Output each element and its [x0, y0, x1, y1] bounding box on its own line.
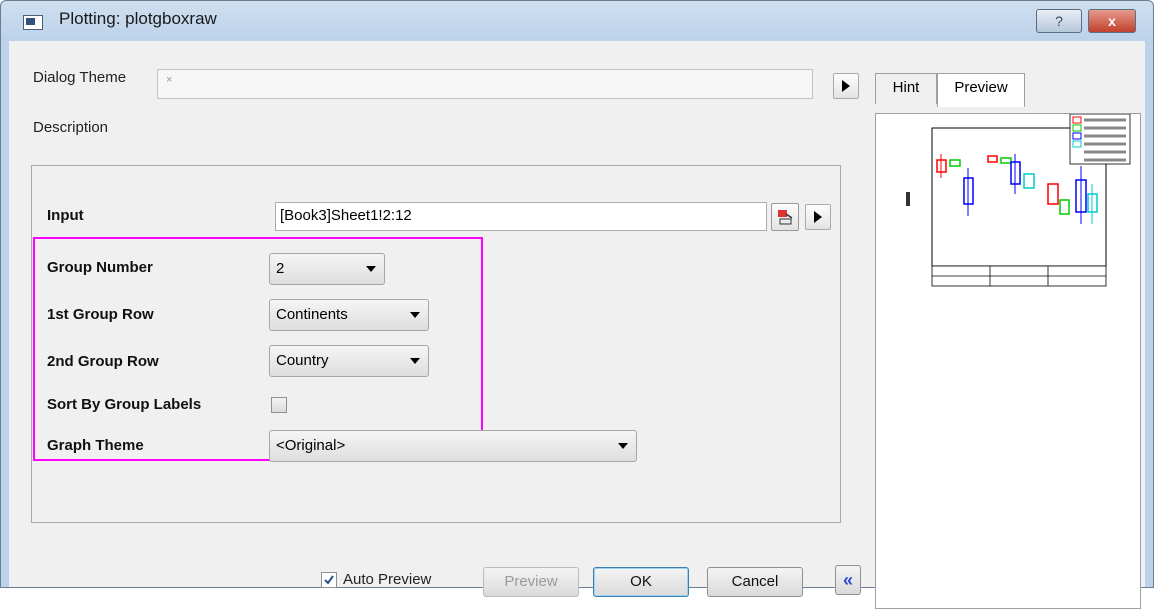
chevron-down-icon — [410, 358, 420, 364]
second-group-row-label: 2nd Group Row — [47, 353, 159, 370]
auto-preview-label: Auto Preview — [343, 571, 432, 588]
description-label: Description — [33, 119, 109, 136]
ok-button[interactable]: OK — [593, 567, 689, 597]
input-menu-button[interactable] — [805, 204, 831, 230]
collapse-panel-button[interactable]: « — [835, 565, 861, 595]
graph-preview-thumbnail — [906, 114, 1131, 287]
title-bar[interactable]: Plotting: plotgboxraw ? x — [1, 1, 1153, 41]
select-range-button[interactable] — [771, 203, 799, 231]
first-group-row-label: 1st Group Row — [47, 306, 154, 323]
close-button[interactable]: x — [1088, 9, 1136, 33]
help-button[interactable]: ? — [1036, 9, 1082, 33]
dialog-theme-input[interactable]: × — [157, 69, 813, 99]
tab-hint[interactable]: Hint — [875, 73, 937, 104]
y-axis-label-mark — [906, 192, 910, 206]
group-number-select[interactable]: 2 — [269, 253, 385, 285]
group-number-value: 2 — [276, 260, 285, 277]
tab-preview[interactable]: Preview — [937, 73, 1025, 107]
second-group-row-value: Country — [276, 352, 329, 369]
second-group-row-select[interactable]: Country — [269, 345, 429, 377]
graph-theme-select[interactable]: <Original> — [269, 430, 637, 462]
dialog-theme-label: Dialog Theme — [33, 69, 127, 86]
sort-by-group-labels-checkbox[interactable] — [271, 397, 287, 413]
sort-by-group-labels-label: Sort By Group Labels — [47, 396, 202, 413]
group-number-label: Group Number — [47, 259, 153, 276]
chevron-down-icon — [618, 443, 628, 449]
range-select-icon — [778, 210, 793, 225]
auto-preview-checkbox[interactable] — [321, 572, 337, 588]
graph-theme-label: Graph Theme — [47, 437, 144, 454]
preview-button[interactable]: Preview — [483, 567, 579, 597]
cancel-button[interactable]: Cancel — [707, 567, 803, 597]
dialog-body: Dialog Theme × Description Input [Book3]… — [9, 41, 1145, 609]
dialog-theme-value: × — [166, 74, 173, 86]
preview-panel — [875, 113, 1141, 609]
chevron-down-icon — [366, 266, 376, 272]
group-label-table — [931, 265, 1107, 287]
first-group-row-value: Continents — [276, 306, 348, 323]
first-group-row-select[interactable]: Continents — [269, 299, 429, 331]
window-title: Plotting: plotgboxraw — [59, 9, 217, 28]
input-range-field[interactable]: [Book3]Sheet1!2:12 — [275, 202, 767, 231]
dialog-window: Plotting: plotgboxraw ? x Dialog Theme ×… — [0, 0, 1154, 609]
checkmark-icon — [324, 575, 334, 585]
chevron-down-icon — [410, 312, 420, 318]
input-range-value: [Book3]Sheet1!2:12 — [280, 207, 412, 224]
dialog-theme-menu-button[interactable] — [833, 73, 859, 99]
app-icon — [23, 15, 43, 30]
graph-theme-value: <Original> — [276, 437, 346, 454]
input-label: Input — [47, 207, 84, 224]
